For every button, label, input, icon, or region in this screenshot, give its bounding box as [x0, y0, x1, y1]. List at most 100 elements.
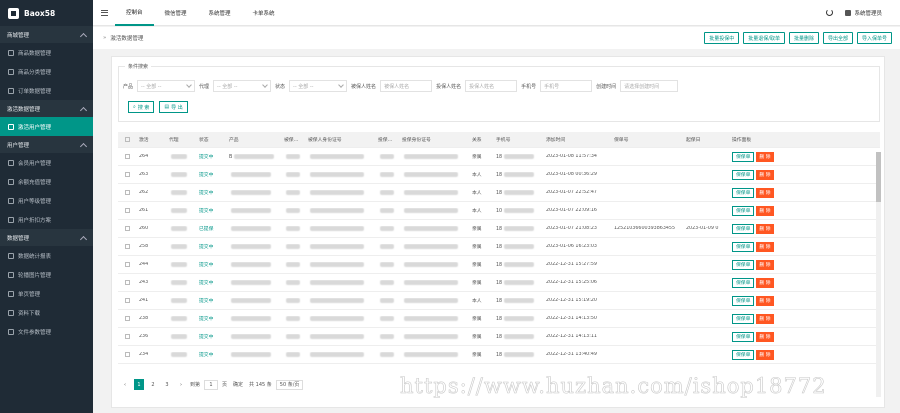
table-header-cell[interactable]: 激活: [136, 136, 166, 143]
sidebar-item[interactable]: 用户等级管理: [0, 191, 93, 210]
edit-policy-button[interactable]: 保保单: [732, 223, 755, 234]
sidebar-item[interactable]: 商品分类管理: [0, 62, 93, 81]
toolbar-button[interactable]: 导出全部: [822, 32, 853, 44]
time-cell: 2023-01-08 11:57:34: [546, 154, 597, 159]
sidebar-item[interactable]: 文件参数管理: [0, 322, 93, 341]
filter-select[interactable]: -- 全部 --: [213, 80, 272, 92]
sidebar-item[interactable]: 余额充值管理: [0, 172, 93, 191]
export-button[interactable]: ▤ 导 出: [159, 101, 188, 113]
refresh-icon[interactable]: [826, 9, 834, 16]
top-tab[interactable]: 微信管理: [154, 0, 198, 26]
row-checkbox[interactable]: [124, 352, 130, 357]
row-checkbox[interactable]: [124, 298, 130, 303]
sidebar-item[interactable]: 资料下载: [0, 303, 93, 322]
sidebar-group[interactable]: 激活数据管理: [0, 100, 93, 117]
filter-input[interactable]: 请选择创建时间: [620, 80, 679, 92]
top-tab[interactable]: 控制台: [115, 0, 154, 26]
redacted-block: [380, 207, 394, 213]
phone-cell-text: 18: [496, 226, 503, 232]
top-tab[interactable]: 系统管理: [198, 0, 242, 26]
toolbar-button[interactable]: 批量退保/取单: [743, 32, 785, 44]
logo[interactable]: Baox58: [0, 0, 93, 26]
sidebar-item[interactable]: 订单数据管理: [0, 81, 93, 100]
toolbar-button[interactable]: 批量投保中: [704, 32, 740, 44]
row-checkbox[interactable]: [124, 226, 130, 231]
holder-id-cell: [399, 171, 469, 178]
phone-cell-text: 18: [496, 316, 503, 322]
edit-policy-button[interactable]: 保保单: [732, 169, 755, 180]
filter-select[interactable]: -- 全部 --: [289, 80, 348, 92]
table-header-cell[interactable]: 状态: [196, 136, 226, 143]
edit-policy-button[interactable]: 保保单: [732, 295, 755, 306]
goto-input[interactable]: 1: [204, 379, 219, 390]
page-number[interactable]: 3: [162, 379, 172, 390]
delete-button[interactable]: 删 除: [756, 349, 774, 360]
delete-button[interactable]: 删 除: [756, 151, 774, 162]
row-checkbox[interactable]: [124, 244, 130, 249]
filter-input[interactable]: 被保人姓名: [380, 80, 433, 92]
row-checkbox[interactable]: [124, 190, 130, 195]
sidebar-item[interactable]: 数据统计报表: [0, 246, 93, 265]
delete-button[interactable]: 删 除: [756, 187, 774, 198]
filter-select[interactable]: -- 全部 --: [137, 80, 196, 92]
edit-policy-button[interactable]: 保保单: [732, 241, 755, 252]
product-cell: [226, 351, 281, 358]
delete-button[interactable]: 删 除: [756, 331, 774, 342]
toolbar-button[interactable]: 批量删除: [788, 32, 819, 44]
sidebar-item[interactable]: 激活用户管理: [0, 117, 93, 136]
row-checkbox[interactable]: [124, 334, 130, 339]
delete-button[interactable]: 删 除: [756, 169, 774, 180]
sidebar-group[interactable]: 商城管理: [0, 26, 93, 43]
edit-policy-button[interactable]: 保保单: [732, 349, 755, 360]
delete-button[interactable]: 删 除: [756, 259, 774, 270]
edit-policy-button[interactable]: 保保单: [732, 313, 755, 324]
delete-button[interactable]: 删 除: [756, 241, 774, 252]
filter-input[interactable]: 手机号: [540, 80, 593, 92]
row-checkbox[interactable]: [124, 316, 130, 321]
sidebar-item[interactable]: 商品数据管理: [0, 43, 93, 62]
sidebar-item[interactable]: 单页管理: [0, 284, 93, 303]
next-page-icon[interactable]: ›: [176, 379, 186, 390]
edit-policy-button[interactable]: 保保单: [732, 259, 755, 270]
delete-button[interactable]: 删 除: [756, 277, 774, 288]
redacted-block: [404, 153, 458, 159]
page-size-select[interactable]: 50 条/页: [275, 379, 304, 390]
row-checkbox[interactable]: [124, 262, 130, 267]
select-all-checkbox[interactable]: [124, 137, 130, 142]
prev-page-icon[interactable]: ‹: [120, 379, 130, 390]
sidebar-group[interactable]: 数据管理: [0, 229, 93, 246]
row-checkbox[interactable]: [124, 208, 130, 213]
delete-button[interactable]: 删 除: [756, 223, 774, 234]
toolbar-button[interactable]: 导入保单号: [856, 32, 892, 44]
edit-policy-button[interactable]: 保保单: [732, 151, 755, 162]
top-tab[interactable]: 卡单系统: [242, 0, 286, 26]
sidebar-item-label: 用户折扣方案: [18, 217, 52, 224]
delete-button[interactable]: 删 除: [756, 205, 774, 216]
page-number[interactable]: 1: [134, 379, 144, 390]
goto-confirm-button[interactable]: 确定: [231, 379, 245, 390]
user-menu[interactable]: 系统管理员: [845, 9, 882, 17]
relation-cell: 本人: [472, 191, 482, 196]
delete-button[interactable]: 删 除: [756, 295, 774, 306]
sidebar-item[interactable]: 轮播图片管理: [0, 265, 93, 284]
filter-input[interactable]: 投保人姓名: [465, 80, 518, 92]
table-header-cell[interactable]: 代理: [166, 136, 196, 143]
agent-cell: [166, 243, 196, 250]
sidebar-item[interactable]: 用户折扣方案: [0, 210, 93, 229]
redacted-block: [380, 315, 394, 321]
edit-policy-button[interactable]: 保保单: [732, 277, 755, 288]
row-checkbox[interactable]: [124, 172, 130, 177]
menu-toggle-icon[interactable]: [93, 9, 115, 16]
delete-button[interactable]: 删 除: [756, 313, 774, 324]
action-cell: 保保单删 除: [729, 313, 779, 324]
sidebar-group[interactable]: 用户管理: [0, 136, 93, 153]
page-number[interactable]: 2: [148, 379, 158, 390]
row-checkbox[interactable]: [124, 280, 130, 285]
search-button[interactable]: ⌕ 搜 索: [128, 101, 155, 113]
sidebar-item[interactable]: 会员用户管理: [0, 153, 93, 172]
edit-policy-button[interactable]: 保保单: [732, 205, 755, 216]
edit-policy-button[interactable]: 保保单: [732, 331, 755, 342]
row-checkbox[interactable]: [124, 154, 130, 159]
vertical-scrollbar[interactable]: [876, 152, 881, 397]
edit-policy-button[interactable]: 保保单: [732, 187, 755, 198]
